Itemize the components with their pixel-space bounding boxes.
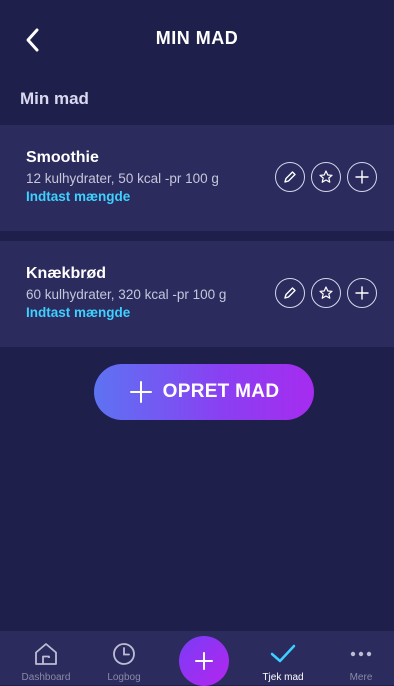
- food-name: Knækbrød: [26, 265, 106, 282]
- pencil-icon: [284, 287, 296, 299]
- create-food-label: OPRET MAD: [162, 381, 280, 402]
- nav-label: Tjek mad: [262, 672, 304, 683]
- plus-icon: [355, 286, 369, 300]
- food-actions: [275, 162, 377, 192]
- app-header: MIN MAD: [0, 0, 394, 80]
- nav-label: Dashboard: [21, 672, 71, 683]
- home-icon: [35, 643, 57, 665]
- clock-icon: [113, 643, 135, 665]
- enter-amount-link[interactable]: Indtast mængde: [26, 305, 130, 320]
- enter-amount-link[interactable]: Indtast mængde: [26, 189, 130, 204]
- plus-icon: [195, 652, 213, 670]
- food-description: 60 kulhydrater, 320 kcal -pr 100 g: [26, 287, 227, 302]
- favorite-button[interactable]: [311, 162, 341, 192]
- nav-item-logbog[interactable]: Logbog: [89, 631, 159, 685]
- plus-icon: [129, 381, 152, 403]
- nav-label: Logbog: [107, 672, 141, 683]
- star-icon: [319, 170, 333, 183]
- favorite-button[interactable]: [311, 278, 341, 308]
- add-entry-button[interactable]: [179, 636, 229, 686]
- check-icon: [270, 644, 296, 663]
- food-name: Smoothie: [26, 149, 99, 166]
- nav-item-mere[interactable]: Mere: [326, 631, 394, 685]
- add-button[interactable]: [347, 162, 377, 192]
- create-food-button[interactable]: OPRET MAD: [94, 364, 314, 420]
- nav-item-dashboard[interactable]: Dashboard: [11, 631, 81, 685]
- pencil-icon: [284, 171, 296, 183]
- add-button[interactable]: [347, 278, 377, 308]
- star-icon: [319, 286, 333, 299]
- nav-label: Mere: [349, 672, 373, 683]
- nav-item-tjek-mad[interactable]: Tjek mad: [248, 631, 318, 685]
- edit-button[interactable]: [275, 162, 305, 192]
- food-actions: [275, 278, 377, 308]
- food-card: Knækbrød 60 kulhydrater, 320 kcal -pr 10…: [0, 241, 394, 347]
- food-description: 12 kulhydrater, 50 kcal -pr 100 g: [26, 171, 219, 186]
- page-title: MIN MAD: [155, 28, 239, 48]
- plus-icon: [355, 170, 369, 184]
- food-card: Smoothie 12 kulhydrater, 50 kcal -pr 100…: [0, 125, 394, 231]
- section-title: Min mad: [20, 89, 89, 108]
- edit-button[interactable]: [275, 278, 305, 308]
- more-icon: [350, 651, 372, 657]
